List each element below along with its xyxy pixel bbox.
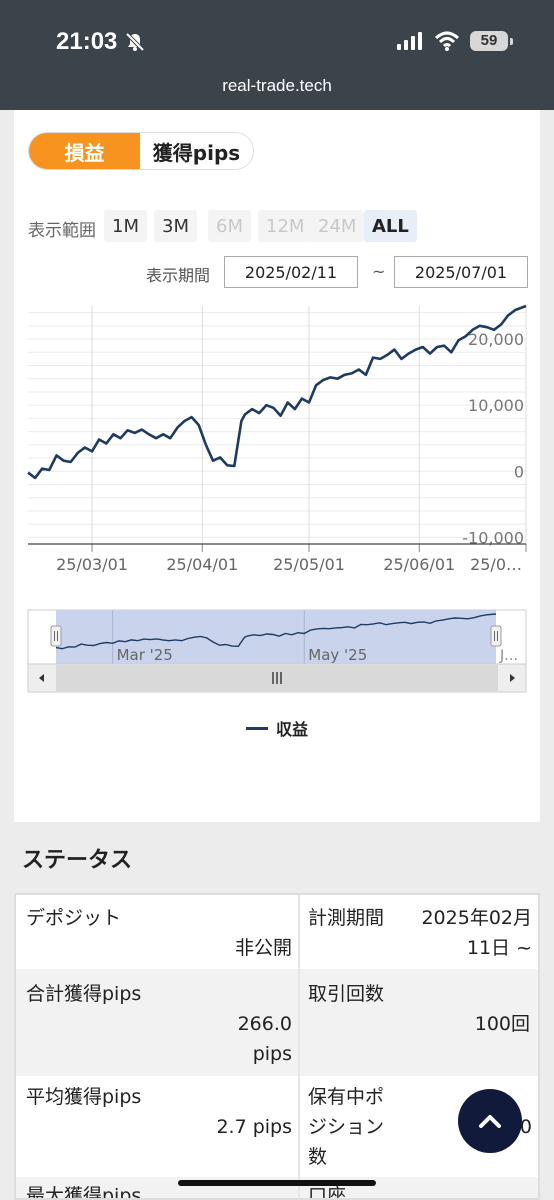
period-separator: ~	[372, 262, 386, 281]
status-label: 計測期間	[308, 907, 385, 929]
status-value: 100回	[474, 1013, 530, 1035]
y-tick-label: 20,000	[468, 330, 524, 349]
status-heading: ステータス	[22, 848, 133, 873]
chart-tab-group: 損益 獲得pips	[28, 132, 254, 170]
status-value: 2.7 pips	[216, 1116, 292, 1138]
cellular-signal-icon	[397, 32, 422, 50]
legend-line-swatch	[245, 726, 268, 730]
silent-bell-icon	[125, 32, 145, 52]
status-bar: 21:03 59 real-trade.tech	[0, 0, 554, 110]
status-label: 平均獲得pips	[26, 1086, 142, 1108]
range-button-12m[interactable]: 12M	[258, 210, 313, 242]
x-tick-label: 25/03/01	[56, 555, 128, 574]
column-divider	[298, 1076, 300, 1177]
x-tick-label: 25/05/01	[273, 555, 345, 574]
chart-legend[interactable]: 収益	[14, 716, 540, 740]
status-label: 合計獲得pips	[26, 983, 142, 1005]
range-button-6m[interactable]: 6M	[208, 210, 251, 242]
clock: 21:03	[56, 28, 118, 55]
tab-pips[interactable]: 獲得pips	[140, 133, 253, 169]
status-row: デポジット 非公開 計測期間 2025年02月11日 ~	[16, 895, 538, 969]
period-start-input[interactable]: 2025/02/11	[224, 256, 358, 288]
battery-indicator: 59	[470, 31, 508, 51]
column-divider	[298, 895, 300, 969]
status-label: 保有中ポジション数	[308, 1086, 385, 1168]
status-value: 非公開	[234, 937, 292, 959]
chart-navigator[interactable]: Mar '25 May '25 J…	[14, 606, 540, 696]
y-tick-label: 0	[514, 462, 524, 481]
range-button-1m[interactable]: 1M	[104, 210, 147, 242]
range-button-all[interactable]: ALL	[364, 210, 417, 242]
battery-tip	[510, 38, 513, 45]
range-label: 表示範囲	[28, 221, 96, 241]
home-indicator	[178, 1180, 376, 1186]
y-tick-label: 10,000	[468, 396, 524, 415]
tab-profit[interactable]: 損益	[29, 133, 141, 169]
navigator-label: May '25	[308, 646, 367, 664]
navigator-handle[interactable]	[490, 625, 502, 647]
x-tick-label: 25/04/01	[166, 555, 238, 574]
status-value: 266.0 pips	[237, 1013, 292, 1065]
status-row: 合計獲得pips 266.0 pips 取引回数 100回	[16, 969, 538, 1076]
chevron-up-icon	[479, 1115, 501, 1128]
navigator-label: J…	[499, 648, 518, 664]
status-label: 最大獲得pips	[26, 1185, 142, 1200]
column-divider	[298, 969, 300, 1076]
scroll-to-top-button[interactable]	[458, 1089, 522, 1153]
x-tick-label: 25/06/01	[383, 555, 455, 574]
chart-card: 損益 獲得pips 表示範囲 1M 3M 6M 12M 24M ALL 表示期間…	[14, 110, 540, 822]
navigator-handle[interactable]	[50, 625, 62, 647]
browser-url[interactable]: real-trade.tech	[0, 76, 554, 96]
range-button-3m[interactable]: 3M	[154, 210, 197, 242]
range-button-24m[interactable]: 24M	[310, 210, 365, 242]
navigator-label: Mar '25	[117, 646, 173, 664]
period-end-input[interactable]: 2025/07/01	[394, 256, 528, 288]
status-label: 取引回数	[308, 983, 385, 1005]
period-label: 表示期間	[146, 266, 211, 285]
profit-line-chart[interactable]: 25/03/01 25/04/01 25/05/01 25/06/01 25/0…-10…	[14, 290, 540, 580]
status-value: 2025年02月11日 ~	[421, 907, 532, 959]
wifi-icon	[434, 31, 460, 51]
status-table: デポジット 非公開 計測期間 2025年02月11日 ~ 合計獲得pips 26…	[14, 893, 540, 1200]
status-label: デポジット	[26, 907, 122, 929]
legend-label: 収益	[275, 720, 308, 739]
x-tick-label: 25/0…	[470, 555, 522, 574]
